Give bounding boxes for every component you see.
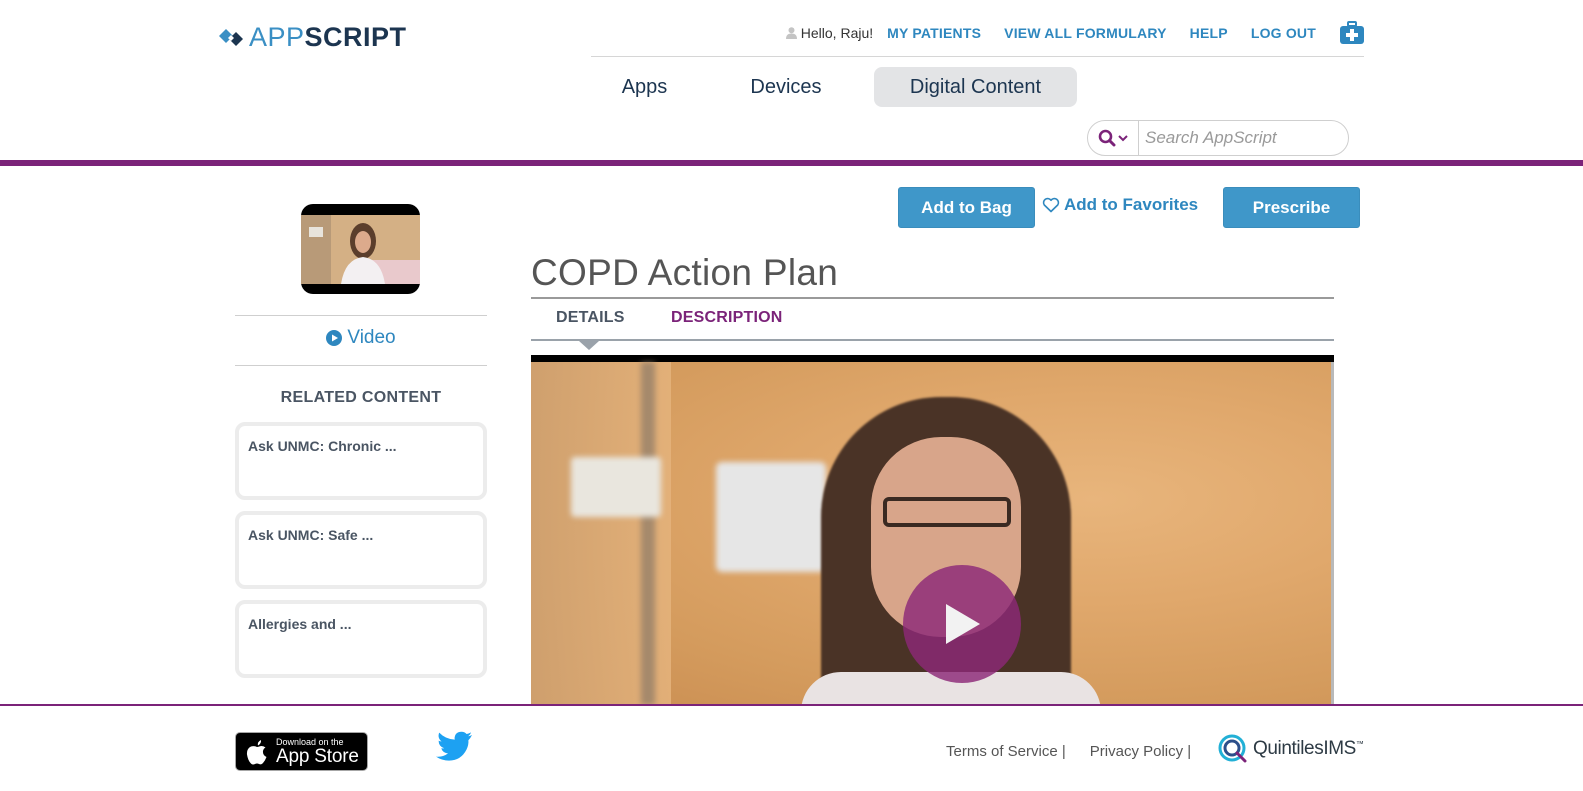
trademark-mark: ™	[1355, 739, 1364, 749]
help-link[interactable]: HELP	[1190, 25, 1228, 41]
thumbnail-image	[301, 215, 420, 284]
prescribe-button[interactable]: Prescribe	[1223, 187, 1360, 228]
related-item-title: Allergies and ...	[248, 616, 352, 632]
video-scene-device	[716, 462, 826, 572]
video-link[interactable]: Video	[235, 327, 487, 349]
heart-icon	[1042, 197, 1060, 213]
greeting: Hello, Raju!	[785, 25, 874, 41]
app-store-big: App Store	[276, 745, 359, 767]
content-thumbnail[interactable]	[301, 204, 420, 294]
quintilesims-mark-icon	[1218, 734, 1247, 763]
footer-divider	[0, 704, 1583, 706]
greeting-text: Hello, Raju!	[800, 25, 874, 41]
search-icon	[1098, 129, 1116, 147]
quintilesims-wordmark: QuintilesIMS	[1253, 738, 1356, 759]
video-frame	[531, 362, 1334, 705]
tab-digital-content[interactable]: Digital Content	[874, 67, 1077, 107]
tab-details[interactable]: DETAILS	[556, 309, 625, 327]
utility-nav: Hello, Raju! MY PATIENTS VIEW ALL FORMUL…	[785, 21, 1365, 45]
tabs-divider	[531, 339, 1334, 341]
quintilesims-text: QuintilesIMS™	[1253, 738, 1364, 760]
chevron-down-icon	[1118, 135, 1128, 142]
play-circle-icon	[326, 330, 343, 346]
utility-divider	[591, 56, 1364, 57]
title-divider	[531, 297, 1334, 299]
related-item[interactable]: Ask UNMC: Chronic ...	[235, 422, 487, 500]
appscript-logo[interactable]: APPSCRIPT	[219, 24, 407, 51]
related-item[interactable]: Allergies and ...	[235, 600, 487, 678]
related-item[interactable]: Ask UNMC: Safe ...	[235, 511, 487, 589]
logo-app: APP	[249, 22, 305, 52]
quintilesims-logo[interactable]: QuintilesIMS™	[1218, 734, 1364, 764]
twitter-icon[interactable]	[435, 731, 473, 765]
search-input[interactable]	[1139, 128, 1339, 148]
sidebar-divider	[235, 365, 487, 366]
doctor-thumbnail-image	[301, 215, 420, 284]
apple-icon	[246, 739, 267, 764]
play-button[interactable]	[903, 565, 1021, 683]
user-icon	[785, 27, 797, 39]
medical-bag-icon[interactable]	[1339, 21, 1365, 45]
video-scene-device	[571, 457, 661, 517]
privacy-policy-link[interactable]: Privacy Policy |	[1090, 743, 1191, 760]
play-icon	[946, 604, 980, 644]
tab-description[interactable]: DESCRIPTION	[671, 309, 783, 327]
header-divider	[0, 160, 1583, 166]
sidebar-divider	[235, 315, 487, 316]
logo-script: SCRIPT	[304, 22, 407, 52]
page-title: COPD Action Plan	[531, 252, 839, 293]
main-nav: Apps Devices Digital Content	[591, 67, 1077, 107]
search-scope-dropdown[interactable]	[1088, 121, 1139, 155]
view-all-formulary-link[interactable]: VIEW ALL FORMULARY	[1004, 25, 1167, 41]
add-to-favorites-label: Add to Favorites	[1064, 195, 1199, 214]
video-scene-edge	[1331, 362, 1334, 705]
search-box	[1087, 120, 1349, 156]
my-patients-link[interactable]: MY PATIENTS	[887, 25, 981, 41]
terms-of-service-link[interactable]: Terms of Service |	[946, 743, 1066, 760]
tab-apps[interactable]: Apps	[591, 67, 698, 107]
tab-devices[interactable]: Devices	[698, 67, 874, 107]
video-scene-glasses	[883, 497, 1011, 527]
log-out-link[interactable]: LOG OUT	[1251, 25, 1316, 41]
video-scene-pole	[641, 362, 655, 705]
logo-mark-icon	[219, 28, 243, 46]
app-store-text: Download on the App Store	[276, 737, 359, 767]
add-to-bag-button[interactable]: Add to Bag	[898, 187, 1035, 228]
related-item-title: Ask UNMC: Safe ...	[248, 527, 374, 543]
app-store-badge[interactable]: Download on the App Store	[235, 732, 368, 771]
related-content-heading: RELATED CONTENT	[280, 389, 442, 406]
active-tab-indicator	[579, 341, 599, 350]
video-link-label: Video	[347, 327, 396, 348]
add-to-favorites-link[interactable]: Add to Favorites	[1042, 195, 1198, 215]
related-item-title: Ask UNMC: Chronic ...	[248, 438, 397, 454]
footer-links: Terms of Service | Privacy Policy |	[946, 743, 1191, 760]
video-player[interactable]	[531, 355, 1334, 705]
logo-text: APPSCRIPT	[249, 24, 407, 51]
